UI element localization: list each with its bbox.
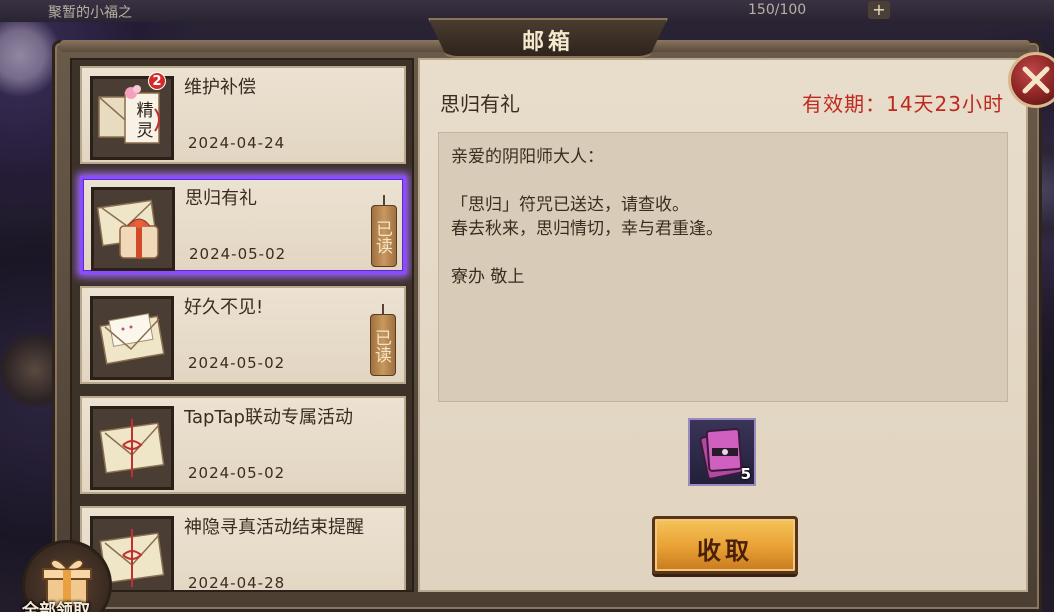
mail-date: 2024-05-02 (188, 354, 286, 372)
mail-list[interactable]: 精灵 2 维护补偿 2024-04-24 思归有礼 2024-05-02 已读 (70, 58, 414, 592)
body-line: 春去秋来，思归情切，幸与君重逢。 (451, 219, 723, 239)
mail-title: 思归有礼 (185, 188, 257, 209)
mail-title: 神隐寻真活动结束提醒 (184, 517, 364, 538)
mail-title: 维护补偿 (184, 77, 256, 98)
mail-detail-panel: 思归有礼 有效期：14天23小时 亲爱的阴阳师大人： 「思归」符咒已送达，请查收… (418, 58, 1028, 592)
mail-date: 2024-04-28 (188, 574, 286, 592)
body-line: 亲爱的阴阳师大人： (451, 147, 604, 167)
close-icon (1022, 66, 1050, 94)
mail-body: 亲爱的阴阳师大人： 「思归」符咒已送达，请查收。 春去秋来，思归情切，幸与君重逢… (438, 132, 1008, 402)
mail-item-taptap-event[interactable]: TapTap联动专属活动 2024-05-02 (80, 396, 406, 494)
mail-title: TapTap联动专属活动 (184, 407, 353, 428)
mail-item-long-time[interactable]: 好久不见! 2024-05-02 已读 (80, 286, 406, 384)
hud-energy-counter: 150/100 (748, 2, 807, 18)
reward-item[interactable]: 5 (688, 418, 756, 486)
claim-button[interactable]: 收取 (652, 516, 798, 574)
claim-all-button[interactable]: 全部领取 (22, 540, 112, 612)
ribbon-envelope-icon (90, 406, 174, 490)
read-tag-label: 已读 (370, 314, 396, 376)
mail-item-return-gift[interactable]: 思归有礼 2024-05-02 已读 (80, 176, 406, 274)
hud-status-text: 聚暂的小福之 (48, 5, 132, 21)
claim-button-label: 收取 (697, 537, 753, 565)
page-title: 邮箱 (521, 30, 574, 55)
unread-count-badge: 2 (148, 72, 166, 90)
mail-detail-title: 思归有礼 (440, 92, 520, 116)
open-envelope-icon (90, 296, 174, 380)
reward-count: 5 (740, 465, 751, 483)
mail-item-event-end-reminder[interactable]: 神隐寻真活动结束提醒 2024-04-28 (80, 506, 406, 592)
mail-title: 好久不见! (184, 297, 264, 318)
claim-all-label: 全部领取 (22, 601, 90, 612)
body-line (451, 241, 995, 265)
read-tag: 已读 (370, 304, 396, 378)
mail-item-maintenance[interactable]: 精灵 2 维护补偿 2024-04-24 (80, 66, 406, 164)
hud-add-energy-button[interactable]: + (868, 1, 890, 19)
mail-date: 2024-05-02 (188, 464, 286, 482)
thumb-card-text: 精灵 (136, 101, 154, 141)
mail-date: 2024-04-24 (188, 134, 286, 152)
body-line: 「思归」符咒已送达，请查收。 (451, 195, 689, 215)
validity-timer: 有效期：14天23小时 (802, 92, 1004, 116)
read-tag-label: 已读 (371, 205, 397, 267)
envelope-gift-icon (91, 187, 175, 271)
mail-date: 2024-05-02 (189, 245, 287, 263)
body-line: 寮办 敬上 (451, 267, 525, 287)
read-tag: 已读 (371, 195, 397, 269)
body-line (451, 169, 995, 193)
